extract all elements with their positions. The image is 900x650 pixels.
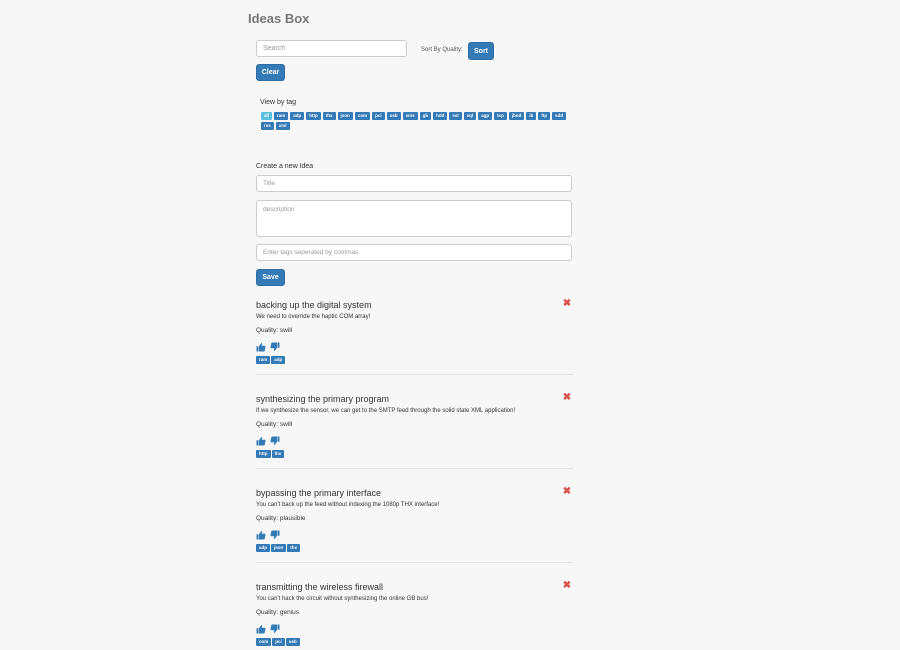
save-button[interactable]: Save [256,269,285,286]
idea-description: You can't hack the circuit without synth… [256,596,429,602]
idea-card: bypassing the primary interface You can't… [256,487,573,552]
idea-quality: Quality: genius [256,609,299,616]
thumbs-up-icon[interactable] [256,339,266,352]
tag-filter-adp[interactable]: adp [290,112,305,120]
thumbs-down-icon[interactable] [270,527,280,540]
description-input[interactable] [256,200,572,237]
vote-controls [256,433,573,446]
idea-quality: Quality: swill [256,421,293,428]
idea-description: We need to override the haptic COM array… [256,314,371,320]
idea-tags: adp json thx [256,544,573,552]
thumbs-up-icon[interactable] [256,621,266,634]
idea-tag-json[interactable]: json [271,544,287,552]
idea-tags: com pci usb [256,638,573,646]
idea-card: transmitting the wireless firewall You ca… [256,581,573,646]
idea-card: synthesizing the primary program If we sy… [256,393,573,458]
tag-filter-ssl[interactable]: ssl [449,112,462,120]
idea-divider [256,562,573,563]
clear-button[interactable]: Clear [256,64,285,81]
idea-title: synthesizing the primary program [256,394,390,404]
close-icon[interactable]: ✖ [562,581,572,591]
sort-label: Sort By Quality: [421,47,463,53]
tag-filter-tcp[interactable]: tcp [494,112,507,120]
idea-description: If we synthesize the sensor, we can get … [256,408,516,414]
tag-filter-json[interactable]: json [337,112,353,120]
idea-tag-thx[interactable]: thx [287,544,301,552]
close-icon[interactable]: ✖ [562,487,572,497]
tag-filter-usb[interactable]: usb [386,112,401,120]
idea-tag-http[interactable]: http [256,450,271,458]
sort-button[interactable]: Sort [468,42,494,60]
idea-tag-pci[interactable]: pci [272,638,285,646]
tag-filter-all[interactable]: all [261,112,273,120]
idea-tag-ram[interactable]: ram [256,356,271,364]
tag-filter-pci[interactable]: pci [372,112,385,120]
thumbs-up-icon[interactable] [256,527,266,540]
tag-filter-jbod[interactable]: jbod [508,112,525,120]
tag-filter-sms[interactable]: sms [402,112,418,120]
thumbs-down-icon[interactable] [270,621,280,634]
idea-card: backing up the digital system We need to … [256,299,573,364]
tag-filter-hdd[interactable]: hdd [433,112,448,120]
tag-filter-rss[interactable]: rss [261,122,274,130]
idea-quality: Quality: swill [256,327,293,334]
tags-input[interactable] [256,244,572,261]
idea-tags: http thx [256,450,573,458]
idea-tags: ram adp [256,356,573,364]
vote-controls [256,527,573,540]
thumbs-down-icon[interactable] [270,339,280,352]
tag-filter-ftp[interactable]: ftp [538,112,551,120]
search-input[interactable] [256,40,407,57]
tag-filter-gb[interactable]: gb [419,112,432,120]
idea-title: transmitting the wireless firewall [256,582,384,592]
view-by-tag-label: View by tag [260,99,297,106]
close-icon[interactable]: ✖ [562,299,572,309]
idea-title: bypassing the primary interface [256,488,382,498]
idea-tag-com[interactable]: com [256,638,272,646]
create-idea-label: Create a new Idea [256,163,314,170]
tag-filter-sdd[interactable]: sdd [552,112,567,120]
close-icon[interactable]: ✖ [562,393,572,403]
tag-filter-agp[interactable]: agp [478,112,493,120]
tag-filter-http[interactable]: http [306,112,321,120]
tag-filter-sql[interactable]: sql [463,112,477,120]
tag-filter-list: all ram adp http thx json com pci usb sms gb hdd ssl… [261,112,575,130]
idea-quality: Quality: plausible [256,515,306,522]
tag-filter-ram[interactable]: ram [274,112,289,120]
idea-tag-adp[interactable]: adp [271,356,286,364]
idea-tag-usb[interactable]: usb [285,638,300,646]
title-input[interactable] [256,175,572,192]
idea-tag-adp[interactable]: adp [256,544,271,552]
idea-divider [256,468,573,469]
tag-filter-thx[interactable]: thx [322,112,336,120]
idea-title: backing up the digital system [256,300,372,310]
idea-tag-thx[interactable]: thx [271,450,285,458]
tag-filter-com[interactable]: com [354,112,371,120]
tag-filter-ib[interactable]: ib [526,112,537,120]
idea-divider [256,374,573,375]
vote-controls [256,339,573,352]
tag-filter-xml[interactable]: xml [275,122,290,130]
thumbs-up-icon[interactable] [256,433,266,446]
vote-controls [256,621,573,634]
app-title: Ideas Box [248,11,310,26]
thumbs-down-icon[interactable] [270,433,280,446]
idea-description: You can't back up the feed without index… [256,502,440,508]
